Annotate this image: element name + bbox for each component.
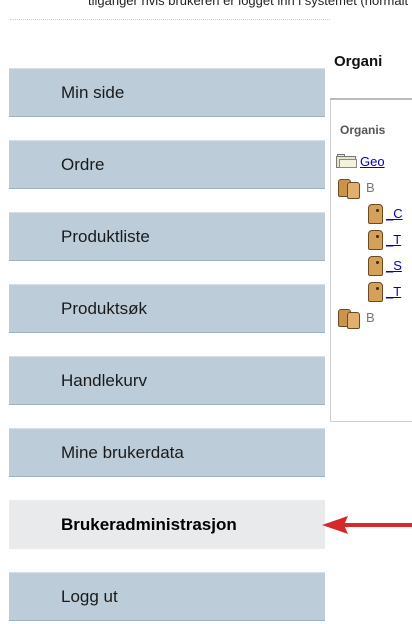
sidebar-item-label: Produktliste <box>61 226 150 246</box>
top-cut-text-line: tilganger hvis brukeren er logget inn i … <box>88 0 412 8</box>
sidebar-item-logg-ut[interactable]: Logg ut <box>9 572 325 621</box>
group-icon <box>338 177 360 199</box>
page-title: Organi <box>334 53 383 70</box>
user-icon <box>368 281 383 302</box>
sidebar-item-label: Ordre <box>61 154 105 174</box>
tree-item-user[interactable]: _S <box>368 254 402 276</box>
user-icon <box>368 229 383 250</box>
tree-item-user[interactable]: _C <box>368 202 403 224</box>
title-divider <box>330 98 412 100</box>
sidebar-item-label: Handlekurv <box>61 370 147 390</box>
panel-border <box>330 100 331 422</box>
content-panel: Organi Organis Geo B _C _T _S _T B <box>330 30 412 422</box>
tree-item-label: B <box>366 179 375 195</box>
sidebar-item-ordre[interactable]: Ordre <box>9 140 325 189</box>
tree-item-link[interactable]: _S <box>386 258 402 273</box>
sidebar-item-label: Min side <box>61 82 125 102</box>
user-icon <box>368 255 383 276</box>
dotted-divider <box>10 19 330 20</box>
tree-item-folder[interactable]: Geo <box>336 150 385 172</box>
sidebar-item-brukeradministrasjon[interactable]: Brukeradministrasjon <box>9 500 325 549</box>
red-arrow-icon <box>322 516 412 534</box>
panel-border-bottom <box>330 421 412 422</box>
group-icon <box>338 307 360 329</box>
sidebar-item-label: Logg ut <box>61 586 118 606</box>
folder-icon <box>336 154 358 168</box>
sidebar-item-handlekurv[interactable]: Handlekurv <box>9 356 325 405</box>
sidebar-item-label: Brukeradministrasjon <box>61 514 237 534</box>
user-icon <box>368 203 383 224</box>
sidebar-item-produktsok[interactable]: Produktsøk <box>9 284 325 333</box>
tree-item-group[interactable]: B <box>338 176 375 199</box>
tree-item-link[interactable]: _T <box>386 232 401 247</box>
tree-item-link[interactable]: _C <box>386 206 403 221</box>
sidebar-item-min-side[interactable]: Min side <box>9 68 325 117</box>
tree-item-user[interactable]: _T <box>368 228 401 250</box>
tree-item-link[interactable]: _T <box>386 284 401 299</box>
tree-item-link[interactable]: Geo <box>360 154 385 169</box>
tree-item-user[interactable]: _T <box>368 280 401 302</box>
sidebar-item-label: Mine brukerdata <box>61 442 184 462</box>
section-heading: Organis <box>340 123 386 137</box>
sidebar-item-produktliste[interactable]: Produktliste <box>9 212 325 261</box>
top-cut-text: tilganger hvis brukeren er logget inn i … <box>0 0 412 14</box>
sidebar-item-mine-brukerdata[interactable]: Mine brukerdata <box>9 428 325 477</box>
tree-item-group[interactable]: B <box>338 306 375 329</box>
tree-item-label: B <box>366 309 375 325</box>
sidebar-item-label: Produktsøk <box>61 298 147 318</box>
